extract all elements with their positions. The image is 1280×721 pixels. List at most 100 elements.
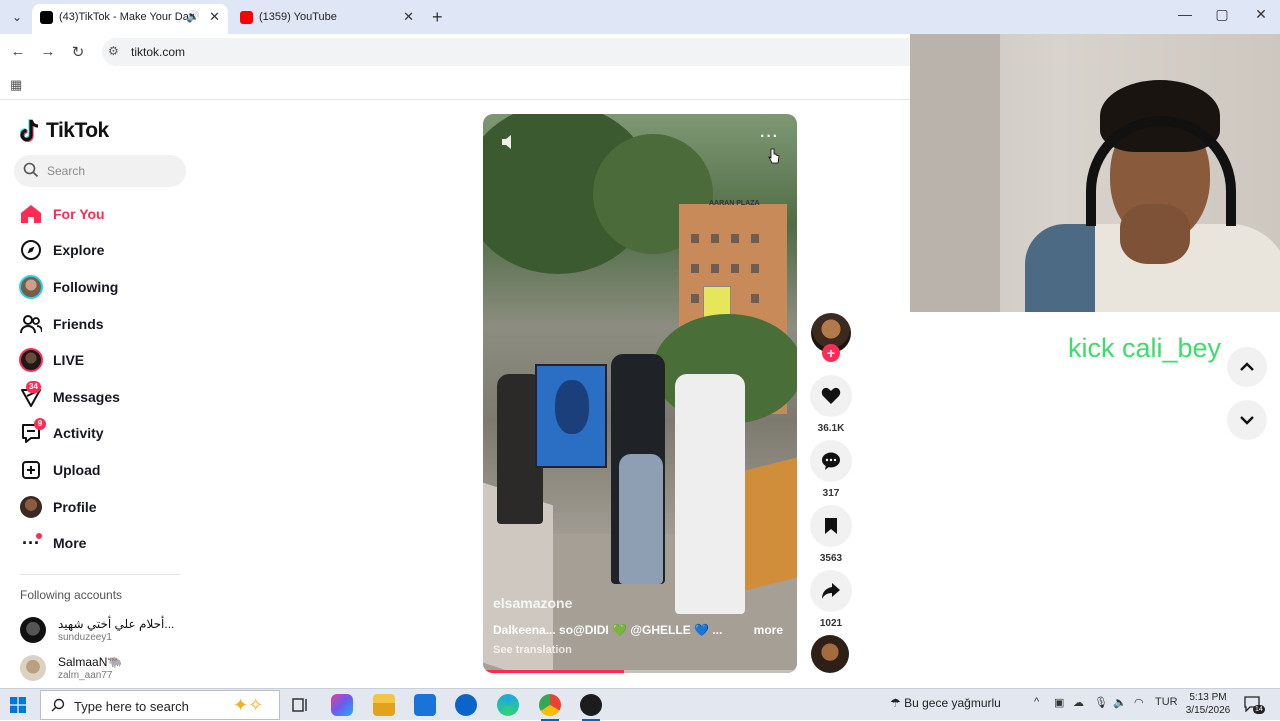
sidebar-item-label: For You xyxy=(53,206,105,222)
taskbar-search-input[interactable]: Type here to search ✦✧ xyxy=(40,690,280,720)
close-tab-icon[interactable]: ✕ xyxy=(209,4,220,30)
new-tab-button[interactable]: + xyxy=(432,7,443,27)
mail-icon[interactable] xyxy=(455,694,477,716)
windows-start-icon[interactable] xyxy=(10,697,26,713)
ellipsis-icon: ··· xyxy=(18,530,44,556)
profile-avatar-icon xyxy=(18,494,44,520)
back-arrow-icon[interactable]: ← xyxy=(8,43,28,60)
webcam-person-jacket xyxy=(1025,224,1095,312)
windows-taskbar: Type here to search ✦✧ ☂ Bu gece yağmurl… xyxy=(0,688,1280,721)
window-close-icon[interactable]: ✕ xyxy=(1246,6,1276,23)
tray-app-icon[interactable]: ▣ xyxy=(1054,696,1064,709)
youtube-favicon-icon xyxy=(240,11,253,24)
taskbar-search-placeholder: Type here to search xyxy=(74,699,189,714)
cloud-icon[interactable]: ☁ xyxy=(1073,696,1084,709)
forward-arrow-icon[interactable]: → xyxy=(38,43,58,60)
bookmarks-bar: ▦ xyxy=(0,70,910,100)
comment-button[interactable] xyxy=(810,440,852,482)
following-account-item[interactable]: أحلام علي أختي شهيد... sunduzeey1 xyxy=(20,615,200,645)
omnibox[interactable]: ⚙ tiktok.com xyxy=(102,38,910,66)
sidebar-item-for-you[interactable]: For You xyxy=(18,199,188,229)
sound-avatar[interactable] xyxy=(811,635,849,673)
obs-studio-icon[interactable] xyxy=(580,694,602,721)
video-author[interactable]: elsamazone xyxy=(493,595,572,611)
account-handle: zalm_aan77 xyxy=(58,670,113,681)
clock[interactable]: 5:13 PM 3/15/2026 xyxy=(1180,691,1236,717)
microphone-icon[interactable]: 🎙 xyxy=(1094,696,1108,709)
language-indicator[interactable]: TUR xyxy=(1155,696,1178,708)
following-avatar-icon xyxy=(18,274,44,300)
sidebar-item-label: Friends xyxy=(53,316,104,332)
reload-icon[interactable]: ↻ xyxy=(68,43,88,61)
tab-title: (1359) YouTube xyxy=(259,11,337,23)
mute-icon[interactable] xyxy=(499,132,519,152)
tab-tiktok[interactable]: (43)TikTok - Make Your Day 🔊 ✕ xyxy=(32,4,228,34)
sidebar-item-following[interactable]: Following xyxy=(18,272,188,302)
search-placeholder: Search xyxy=(47,164,86,178)
sidebar-item-messages[interactable]: 34 Messages xyxy=(18,381,188,412)
site-settings-icon[interactable]: ⚙ xyxy=(108,44,119,58)
sidebar-item-more[interactable]: ··· More xyxy=(18,528,188,558)
weather-text: Bu gece yağmurlu xyxy=(904,696,1001,710)
follow-plus-icon[interactable]: + xyxy=(822,344,840,362)
following-accounts-heading: Following accounts xyxy=(20,588,123,602)
sidebar-item-upload[interactable]: Upload xyxy=(18,455,188,485)
notification-center-icon[interactable]: 14 xyxy=(1244,696,1265,714)
weather-widget[interactable]: ☂ Bu gece yağmurlu xyxy=(890,696,1001,710)
apps-grid-icon[interactable]: ▦ xyxy=(10,77,22,93)
previous-video-button[interactable] xyxy=(1227,347,1267,387)
see-translation-link[interactable]: See translation xyxy=(493,644,572,656)
video-caption: Dalkeena... so@DIDI 💚 @GHELLE 💙 ... xyxy=(493,623,723,637)
comment-count: 317 xyxy=(822,488,840,499)
task-view-icon[interactable] xyxy=(289,694,311,716)
microsoft-store-icon[interactable] xyxy=(414,694,436,716)
video-progress-bar[interactable] xyxy=(483,670,797,673)
speaker-icon[interactable]: 🔊 xyxy=(186,4,200,30)
sidebar-item-profile[interactable]: Profile xyxy=(18,492,188,522)
following-account-item[interactable]: SalmaaN🐃 zalm_aan77 xyxy=(20,653,200,683)
sidebar-item-live[interactable]: LIVE xyxy=(18,345,188,375)
show-hidden-icons-icon[interactable]: ^ xyxy=(1034,696,1039,708)
close-tab-icon[interactable]: ✕ xyxy=(403,4,414,30)
home-icon xyxy=(18,201,44,227)
save-button[interactable] xyxy=(810,505,852,547)
next-video-button[interactable] xyxy=(1227,400,1267,440)
tab-youtube[interactable]: (1359) YouTube ✕ xyxy=(232,4,422,34)
maximize-icon[interactable]: ▢ xyxy=(1207,6,1237,23)
like-button[interactable] xyxy=(810,375,852,417)
sidebar-item-friends[interactable]: Friends xyxy=(18,309,188,339)
sidebar-item-label: Messages xyxy=(53,389,120,405)
volume-icon[interactable]: 🔈 xyxy=(1113,696,1127,709)
activity-badge: 9 xyxy=(34,418,46,430)
building-sign: AARAN PLAZA xyxy=(709,200,760,207)
caption-more-button[interactable]: more xyxy=(754,623,783,637)
tab-search-dropdown-icon[interactable]: ⌄ xyxy=(6,7,28,27)
minimize-icon[interactable]: — xyxy=(1170,6,1200,22)
tiktok-note-icon xyxy=(20,119,39,143)
more-options-icon[interactable]: ··· xyxy=(760,128,779,146)
sparkle-icon: ✦✧ xyxy=(233,695,264,715)
clock-date: 3/15/2026 xyxy=(1185,705,1231,716)
browser-tab-strip: ⌄ (43)TikTok - Make Your Day 🔊 ✕ (1359) … xyxy=(0,0,1280,34)
live-icon xyxy=(18,347,44,373)
logo-wordmark: TikTok xyxy=(46,119,109,142)
sidebar-item-activity[interactable]: 9 Activity xyxy=(18,418,188,448)
video-player[interactable]: AARAN PLAZA ··· elsamazone Dalkeena... s… xyxy=(483,114,797,673)
kick-overlay-text: kick cali_bey xyxy=(1068,333,1222,363)
share-arrow-icon xyxy=(822,583,840,599)
wifi-icon[interactable]: ◠ xyxy=(1134,696,1144,709)
url-text[interactable]: tiktok.com xyxy=(131,45,185,59)
sidebar-item-label: Explore xyxy=(53,242,105,258)
sidebar-item-label: Profile xyxy=(53,499,97,515)
search-input[interactable]: Search xyxy=(14,155,186,187)
webcam-overlay xyxy=(910,34,1280,312)
file-explorer-icon[interactable] xyxy=(373,694,395,716)
sidebar-item-label: More xyxy=(53,535,87,551)
edge-browser-icon[interactable] xyxy=(497,694,519,716)
sidebar-item-explore[interactable]: Explore xyxy=(18,235,188,265)
webcam-person-hand xyxy=(1120,204,1190,264)
share-button[interactable] xyxy=(810,570,852,612)
tiktok-logo[interactable]: TikTok xyxy=(20,118,109,144)
chrome-browser-icon[interactable] xyxy=(539,694,561,721)
copilot-icon[interactable] xyxy=(331,694,353,716)
